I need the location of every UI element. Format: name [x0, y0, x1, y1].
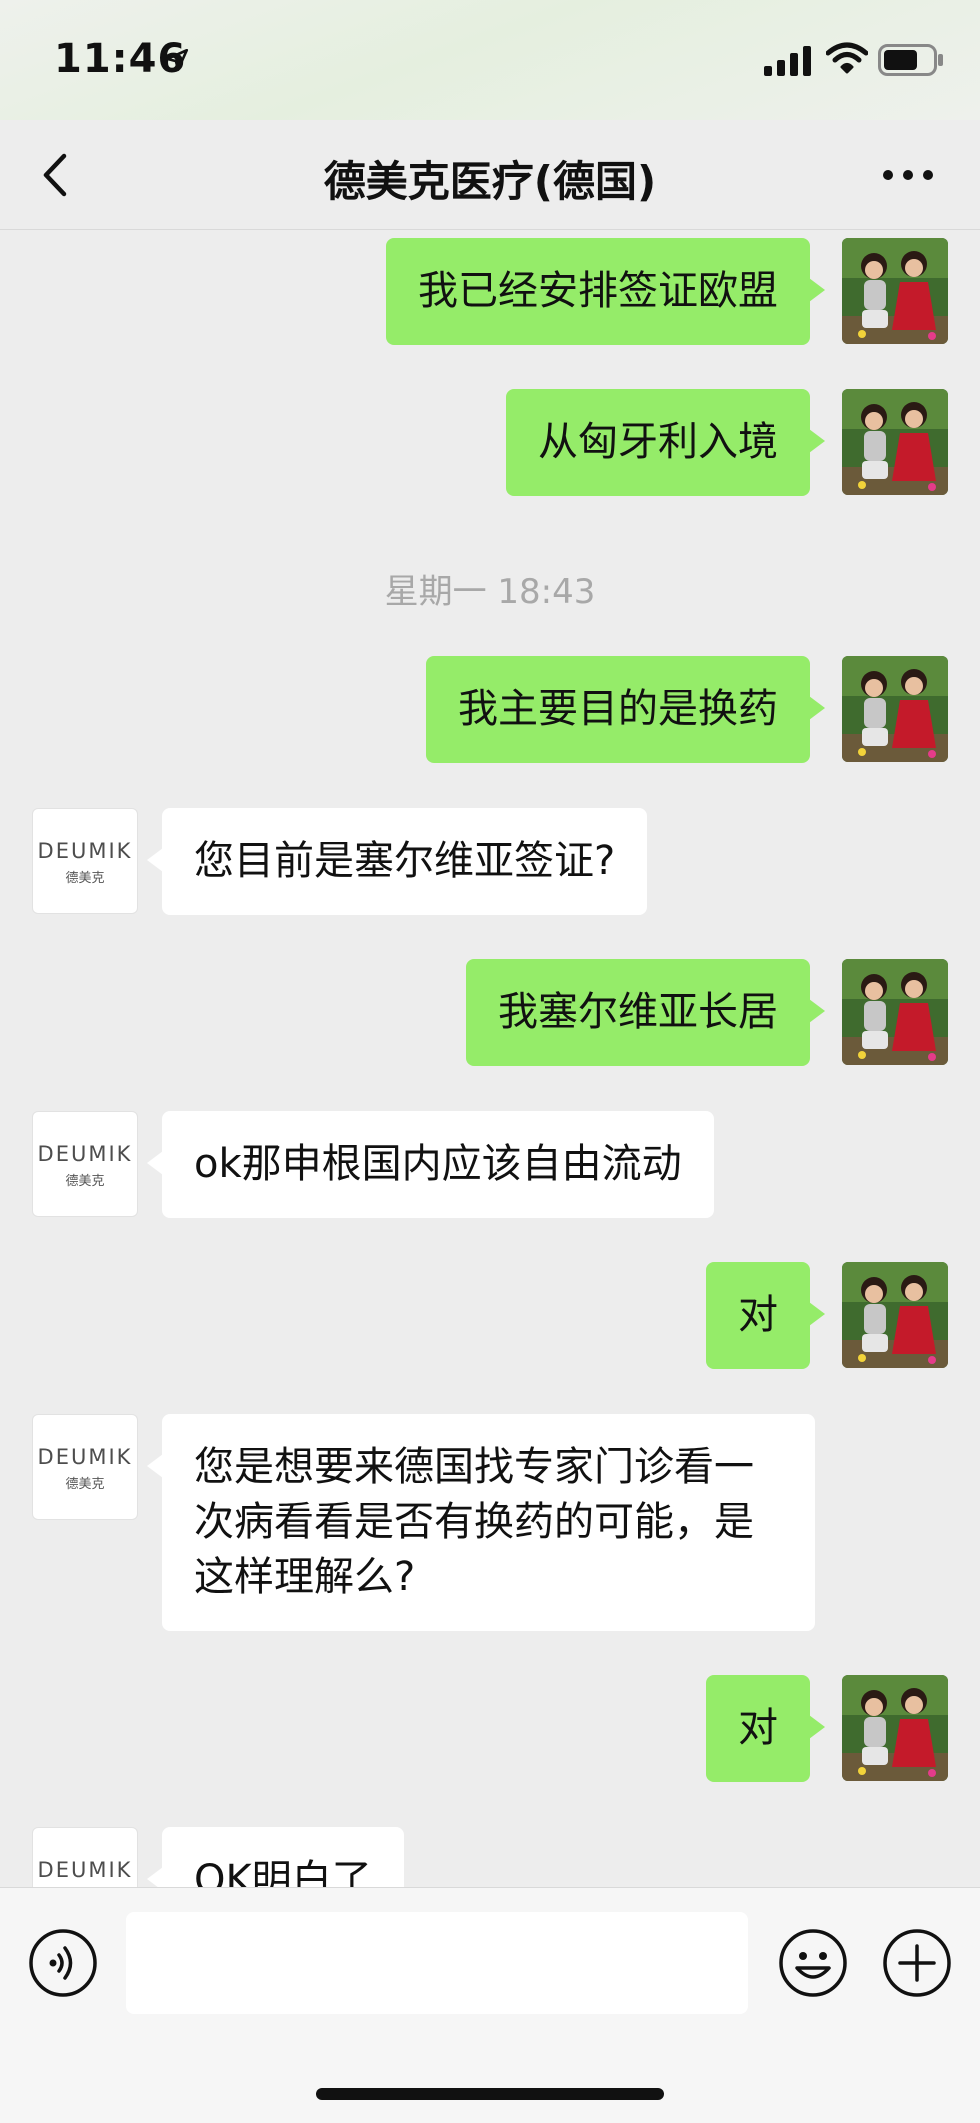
chat-header: 德美克医疗(德国): [0, 120, 980, 230]
status-bar: 11:46: [0, 0, 980, 120]
avatar-contact[interactable]: DEUMIK 德美克: [32, 1414, 138, 1520]
plus-circle-icon[interactable]: [882, 1928, 952, 1998]
contact-logo-subtext: 德美克: [65, 871, 105, 886]
message-input[interactable]: [126, 1912, 748, 2014]
avatar-self[interactable]: [842, 238, 948, 344]
avatar-contact[interactable]: DEUMIK 德美克: [32, 1827, 138, 1887]
avatar-photo-icon: [842, 959, 948, 1065]
message-bubble-self[interactable]: 从匈牙利入境: [506, 389, 825, 496]
message-bubble-self[interactable]: 我塞尔维亚长居: [466, 959, 825, 1066]
avatar-photo-icon: [842, 238, 948, 344]
contact-logo-subtext: 德美克: [65, 1174, 105, 1189]
chat-title: 德美克医疗(德国): [323, 157, 657, 206]
avatar-self[interactable]: [842, 959, 948, 1065]
avatar-self[interactable]: [842, 656, 948, 762]
contact-logo-text: DEUMIK: [37, 839, 133, 863]
contact-logo-text: DEUMIK: [37, 1445, 133, 1469]
message-bubble-self[interactable]: 我主要目的是换药: [426, 656, 825, 763]
time-divider: 星期一 18:43: [384, 572, 596, 612]
message-bubble-contact[interactable]: 您是想要来德国找专家门诊看一次病看看是否有换药的可能，是这样理解么?: [147, 1414, 815, 1631]
avatar-photo-icon: [842, 389, 948, 495]
more-dots-icon[interactable]: [882, 162, 934, 188]
location-arrow-icon: [165, 48, 189, 72]
contact-logo-text: DEUMIK: [37, 1858, 133, 1882]
avatar-contact[interactable]: DEUMIK 德美克: [32, 808, 138, 914]
avatar-self[interactable]: [842, 1675, 948, 1781]
message-bubble-self[interactable]: 对: [706, 1675, 825, 1782]
message-list[interactable]: 我已经安排签证欧盟 从匈牙利入境 星期一 18:43 我主要目的是换药 DEUM…: [0, 231, 980, 1887]
home-indicator: [316, 2088, 664, 2100]
avatar-photo-icon: [842, 1262, 948, 1368]
emoji-icon[interactable]: [778, 1928, 848, 1998]
message-bubble-self[interactable]: 对: [706, 1262, 825, 1369]
contact-logo-subtext: 德美克: [65, 1477, 105, 1492]
avatar-contact[interactable]: DEUMIK 德美克: [32, 1111, 138, 1217]
message-bubble-contact[interactable]: ok那申根国内应该自由流动: [147, 1111, 714, 1218]
battery-icon: [878, 44, 943, 76]
contact-logo-text: DEUMIK: [37, 1142, 133, 1166]
cellular-signal-icon: [764, 46, 811, 76]
message-bubble-contact[interactable]: OK明白了: [147, 1827, 404, 1887]
avatar-self[interactable]: [842, 389, 948, 495]
voice-icon[interactable]: [28, 1928, 98, 1998]
avatar-photo-icon: [842, 1675, 948, 1781]
input-bar: [0, 1887, 980, 2123]
avatar-self[interactable]: [842, 1262, 948, 1368]
avatar-photo-icon: [842, 656, 948, 762]
message-bubble-self[interactable]: 我已经安排签证欧盟: [386, 238, 825, 345]
wifi-icon: [826, 42, 868, 74]
message-bubble-contact[interactable]: 您目前是塞尔维亚签证?: [146, 808, 648, 915]
